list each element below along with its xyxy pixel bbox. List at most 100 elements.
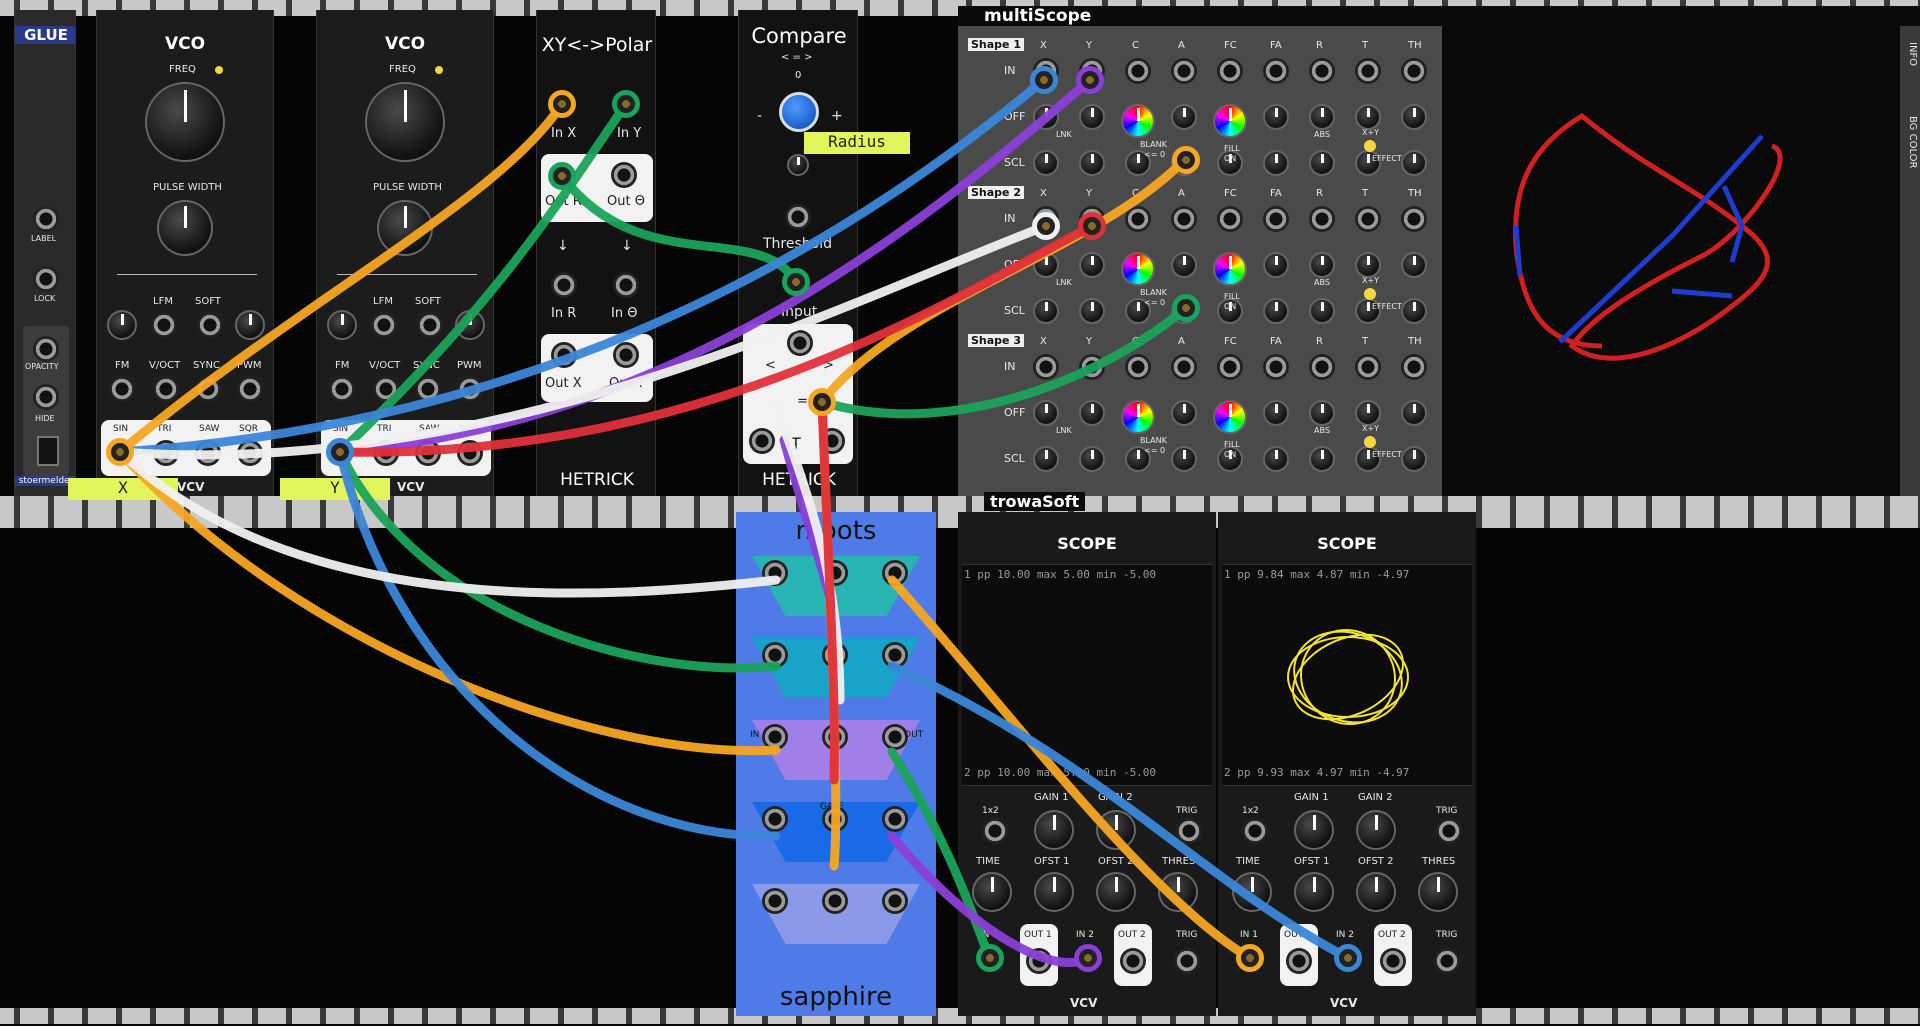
moots-in-jack[interactable] (762, 560, 788, 586)
vco2-sqr-output[interactable] (457, 440, 483, 466)
plug-shape1-x[interactable] (1030, 66, 1058, 94)
vco2-saw-output[interactable] (415, 440, 441, 466)
multiscope-knob[interactable] (1309, 400, 1335, 426)
compare-small-knob[interactable] (787, 154, 809, 176)
scope1-module[interactable]: SCOPE 1 pp 10.00 max 5.00 min -5.00 2 pp… (958, 512, 1216, 1016)
plug-xypolar-in-x[interactable] (548, 90, 576, 118)
multiscope-knob[interactable] (1355, 252, 1381, 278)
plug-compare-eq[interactable] (808, 388, 836, 416)
scope1-out2-jack[interactable] (1120, 948, 1146, 974)
glue-hide-switch[interactable] (37, 436, 59, 466)
vco1-tri-output[interactable] (153, 440, 179, 466)
multiscope-knob[interactable] (1401, 298, 1427, 324)
multiscope-knob[interactable] (1263, 446, 1289, 472)
moots-out-jack[interactable] (882, 806, 908, 832)
xypolar-module[interactable]: XY<->Polar In X In Y Out R Out Θ ↓ ↓ In … (536, 10, 656, 496)
multiscope-input-jack[interactable] (1217, 206, 1243, 232)
scope1-gain2-knob[interactable] (1096, 810, 1136, 850)
vco2-tag[interactable]: Y (280, 478, 390, 500)
compare-threshold-jack[interactable] (785, 204, 811, 230)
moots-out-jack[interactable] (882, 888, 908, 914)
multiscope-knob[interactable] (1401, 252, 1427, 278)
multiscope-input-jack[interactable] (1079, 354, 1105, 380)
scope2-gain2-knob[interactable] (1356, 810, 1396, 850)
scope2-module[interactable]: SCOPE 1 pp 9.84 max 4.87 min -4.97 2 pp … (1218, 512, 1476, 1016)
scope1-ofst1-knob[interactable] (1034, 872, 1074, 912)
vco1-saw-output[interactable] (195, 440, 221, 466)
compare-t-right-jack[interactable] (819, 428, 845, 454)
multiscope-input-jack[interactable] (1125, 206, 1151, 232)
multiscope-side-info[interactable]: INFO (1907, 42, 1918, 66)
vco1-pwm-knob[interactable] (235, 310, 265, 340)
scope1-trig-button[interactable] (1176, 818, 1202, 844)
multiscope-input-jack[interactable] (1263, 354, 1289, 380)
moots-gate-jack[interactable] (822, 642, 848, 668)
multiscope-knob[interactable] (1121, 400, 1155, 434)
vco2-sync-input[interactable] (415, 376, 441, 402)
multiscope-input-jack[interactable] (1171, 58, 1197, 84)
vco1-freq-knob[interactable] (145, 82, 225, 162)
multiscope-knob[interactable] (1213, 400, 1247, 434)
multiscope-knob[interactable] (1309, 150, 1335, 176)
multiscope-effect-led[interactable] (1364, 140, 1376, 152)
multiscope-input-jack[interactable] (1217, 354, 1243, 380)
compare-t-left-jack[interactable] (749, 428, 775, 454)
vco1-tag[interactable]: X (68, 478, 178, 500)
multiscope-knob[interactable] (1171, 104, 1197, 130)
multiscope-side-bg-color[interactable]: BG COLOR (1907, 116, 1918, 169)
glue-label-button[interactable] (33, 206, 59, 232)
multiscope-input-jack[interactable] (1263, 58, 1289, 84)
moots-gate-jack[interactable] (822, 888, 848, 914)
scope1-mode-button[interactable] (982, 818, 1008, 844)
multiscope-knob[interactable] (1263, 150, 1289, 176)
multiscope-input-jack[interactable] (1309, 354, 1335, 380)
vco2-fm-knob[interactable] (327, 310, 357, 340)
multiscope-input-jack[interactable] (1263, 206, 1289, 232)
vco1-pwm-input[interactable] (237, 376, 263, 402)
multiscope-input-jack[interactable] (1309, 58, 1335, 84)
plug-xypolar-in-y[interactable] (612, 90, 640, 118)
multiscope-effect-led[interactable] (1364, 436, 1376, 448)
vco2-soft-button[interactable] (417, 312, 443, 338)
scope2-trig-button[interactable] (1436, 818, 1462, 844)
vco2-fm-input[interactable] (329, 376, 355, 402)
multiscope-knob[interactable] (1309, 252, 1335, 278)
vco1-pulse-width-knob[interactable] (157, 200, 213, 256)
scope2-time-knob[interactable] (1232, 872, 1272, 912)
moots-in-jack[interactable] (762, 888, 788, 914)
compare-threshold-knob[interactable] (779, 92, 819, 132)
vco1-voct-input[interactable] (153, 376, 179, 402)
multiscope-knob[interactable] (1033, 400, 1059, 426)
plug-shape2-y[interactable] (1078, 212, 1106, 240)
plug-shape1-y[interactable] (1076, 66, 1104, 94)
scope2-thres-knob[interactable] (1418, 872, 1458, 912)
multiscope-knob[interactable] (1401, 104, 1427, 130)
multiscope-input-jack[interactable] (1171, 354, 1197, 380)
multiscope-input-jack[interactable] (1125, 58, 1151, 84)
vco2-pwm-knob[interactable] (455, 310, 485, 340)
moots-in-jack[interactable] (762, 806, 788, 832)
glue-hide-knob[interactable] (33, 384, 59, 410)
plug-compare-input[interactable] (782, 268, 810, 296)
plug-scope1-in1[interactable] (976, 944, 1004, 972)
scope2-ofst2-knob[interactable] (1356, 872, 1396, 912)
compare-tag[interactable]: Radius (804, 132, 910, 154)
scope2-trig-input[interactable] (1434, 948, 1460, 974)
moots-in-jack[interactable] (762, 724, 788, 750)
plug-shape1-blank[interactable] (1172, 146, 1200, 174)
multiscope-knob[interactable] (1263, 298, 1289, 324)
plug-scope2-in2[interactable] (1334, 944, 1362, 972)
scope2-mode-button[interactable] (1242, 818, 1268, 844)
multiscope-knob[interactable] (1079, 400, 1105, 426)
multiscope-knob[interactable] (1355, 400, 1381, 426)
multiscope-knob[interactable] (1121, 252, 1155, 286)
multiscope-input-jack[interactable] (1355, 354, 1381, 380)
multiscope-knob[interactable] (1213, 252, 1247, 286)
scope1-trig-input[interactable] (1174, 948, 1200, 974)
multiscope-input-jack[interactable] (1355, 206, 1381, 232)
glue-opacity-knob[interactable] (33, 336, 59, 362)
multiscope-knob[interactable] (1079, 446, 1105, 472)
scope2-out1-jack[interactable] (1286, 948, 1312, 974)
multiscope-knob[interactable] (1263, 400, 1289, 426)
moots-out-jack[interactable] (882, 642, 908, 668)
